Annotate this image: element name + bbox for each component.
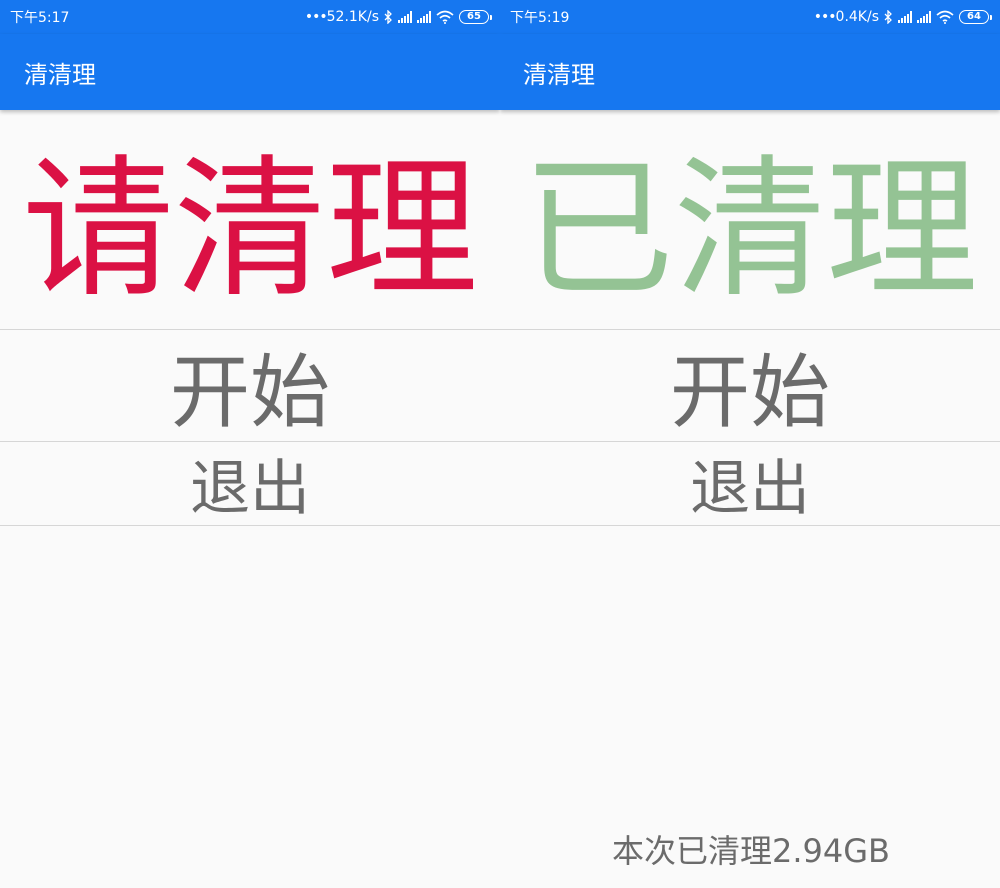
signal-icon	[898, 11, 912, 23]
wifi-icon	[436, 10, 454, 24]
app-bar: 清清理	[0, 34, 500, 110]
network-activity-dots: •••	[304, 9, 328, 25]
network-speed-value: 52.1K/s	[326, 9, 379, 25]
network-activity-dots: •••	[813, 9, 837, 25]
signal-icon-2	[417, 11, 431, 23]
start-button[interactable]: 开始	[0, 330, 500, 442]
battery-level: 64	[959, 10, 989, 24]
exit-button[interactable]: 退出	[500, 442, 1000, 526]
cleaned-summary: 本次已清理2.94GB	[611, 832, 890, 870]
bluetooth-icon	[884, 10, 892, 24]
network-speed-value: 0.4K/s	[835, 9, 879, 25]
status-indicators: •••52.1K/s 65	[305, 9, 492, 25]
screens-container: 下午5:17 •••52.1K/s 65 清清理 请清理 开始 退出 下午5:1…	[0, 0, 1000, 888]
battery-icon: 65	[459, 10, 492, 24]
app-title: 清清理	[523, 60, 595, 89]
signal-icon-2	[917, 11, 931, 23]
wifi-icon	[936, 10, 954, 24]
screen-after: 下午5:19 •••0.4K/s 64 清清理 已清理 开始 退出 本次已清理2…	[500, 0, 1000, 888]
bluetooth-icon	[384, 10, 392, 24]
status-indicators: •••0.4K/s 64	[814, 9, 992, 25]
status-headline: 已清理	[500, 110, 1000, 330]
status-time: 下午5:17	[10, 10, 70, 26]
battery-level: 65	[459, 10, 489, 24]
app-bar: 清清理	[500, 34, 1000, 110]
status-bar: 下午5:17 •••52.1K/s 65	[0, 0, 500, 34]
network-speed: •••52.1K/s	[305, 9, 379, 25]
exit-button[interactable]: 退出	[0, 442, 500, 526]
status-bar: 下午5:19 •••0.4K/s 64	[500, 0, 1000, 34]
status-time: 下午5:19	[510, 10, 570, 26]
start-button[interactable]: 开始	[500, 330, 1000, 442]
app-title: 清清理	[24, 60, 96, 89]
screen-before: 下午5:17 •••52.1K/s 65 清清理 请清理 开始 退出	[0, 0, 500, 888]
battery-icon: 64	[959, 10, 992, 24]
status-headline: 请清理	[0, 110, 500, 330]
signal-icon	[398, 11, 412, 23]
network-speed: •••0.4K/s	[814, 9, 879, 25]
